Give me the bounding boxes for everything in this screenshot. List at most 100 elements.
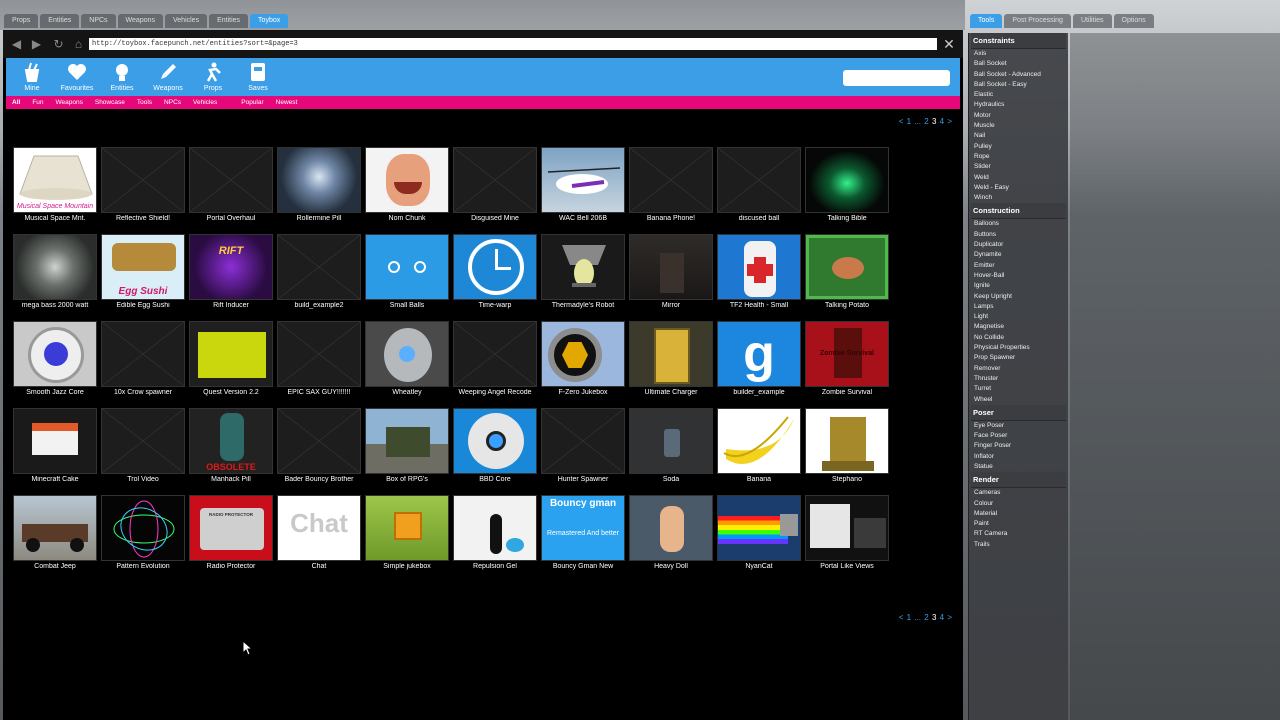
pager-page-4[interactable]: 4 <box>940 613 944 622</box>
pager-page-1[interactable]: 1 <box>907 117 911 126</box>
entity-thumbnail[interactable] <box>541 234 625 300</box>
entity-thumbnail[interactable] <box>629 321 713 387</box>
tool-item[interactable]: No Collide <box>971 333 1066 343</box>
tool-item[interactable]: Emitter <box>971 261 1066 271</box>
entity-thumbnail[interactable] <box>101 408 185 474</box>
tool-category-header[interactable]: Construction <box>971 203 1066 220</box>
tool-item[interactable]: RT Camera <box>971 529 1066 539</box>
entity-tile[interactable]: Banana <box>717 408 801 485</box>
tool-item[interactable]: Turret <box>971 384 1066 394</box>
tool-item[interactable]: Face Poser <box>971 431 1066 441</box>
tool-item[interactable]: Nail <box>971 131 1066 141</box>
entity-name[interactable]: Thermadyle's Robot <box>541 302 625 309</box>
tool-item[interactable]: Buttons <box>971 230 1066 240</box>
entity-name[interactable]: Portal Overhaul <box>189 215 273 222</box>
refresh-icon[interactable]: ↻ <box>51 37 66 52</box>
tool-category-header[interactable]: Constraints <box>971 33 1066 49</box>
entity-thumbnail[interactable] <box>365 495 449 561</box>
entity-tile[interactable]: F-Zero Jukebox <box>541 321 625 398</box>
entity-thumbnail[interactable] <box>453 234 537 300</box>
entity-name[interactable]: Banana <box>717 476 801 483</box>
pager-prev[interactable]: < <box>899 613 904 622</box>
entity-thumbnail[interactable] <box>717 234 801 300</box>
entity-tile[interactable]: Combat Jeep <box>13 495 97 572</box>
entity-tile[interactable]: Banana Phone! <box>629 147 713 224</box>
entity-name[interactable]: Small Balls <box>365 302 449 309</box>
tool-item[interactable]: Balloons <box>971 219 1066 229</box>
tool-item[interactable]: Elastic <box>971 90 1066 100</box>
entity-name[interactable]: WAC Bell 206B <box>541 215 625 222</box>
toolbar-favourites[interactable]: Favourites <box>57 61 97 92</box>
tool-item[interactable]: Pulley <box>971 142 1066 152</box>
entity-tile[interactable]: Zombie Survival Zombie Survival <box>805 321 889 398</box>
tool-item[interactable]: Wheel <box>971 395 1066 405</box>
tab-post-processing[interactable]: Post Processing <box>1004 14 1071 28</box>
tab-entities-1[interactable]: Entities <box>40 14 80 28</box>
entity-thumbnail[interactable] <box>365 147 449 213</box>
back-arrow-icon[interactable]: ◀ <box>9 37 24 52</box>
entity-name[interactable]: Musical Space Mnt. <box>13 215 97 222</box>
tool-item[interactable]: Lamps <box>971 302 1066 312</box>
entity-thumbnail[interactable] <box>541 408 625 474</box>
tool-item[interactable]: Eye Poser <box>971 421 1066 431</box>
entity-tile[interactable]: g builder_example <box>717 321 801 398</box>
tool-item[interactable]: Rope <box>971 152 1066 162</box>
entity-name[interactable]: discused ball <box>717 215 801 222</box>
entity-tile[interactable]: EPIC SAX GUY!!!!!!! <box>277 321 361 398</box>
entity-thumbnail[interactable] <box>805 147 889 213</box>
entity-tile[interactable]: Disguised Mine <box>453 147 537 224</box>
entity-tile[interactable]: Reflective Shield! <box>101 147 185 224</box>
entity-thumbnail[interactable] <box>277 234 361 300</box>
entity-name[interactable]: TF2 Health - Small <box>717 302 801 309</box>
entity-name[interactable]: Smooth Jazz Core <box>13 389 97 396</box>
tool-item[interactable]: Finger Poser <box>971 441 1066 451</box>
pager-next[interactable]: > <box>947 117 952 126</box>
entity-tile[interactable]: RADIO PROTECTOR Radio Protector <box>189 495 273 572</box>
tool-item[interactable]: Weld <box>971 173 1066 183</box>
entity-thumbnail[interactable] <box>453 408 537 474</box>
toolbar-props[interactable]: Props <box>193 61 233 92</box>
entity-tile[interactable]: build_example2 <box>277 234 361 311</box>
tool-item[interactable]: Trails <box>971 540 1066 550</box>
category-popular[interactable]: Popular <box>235 96 269 109</box>
entity-name[interactable]: Wheatley <box>365 389 449 396</box>
entity-tile[interactable]: Musical Space Mountain Musical Space Mnt. <box>13 147 97 224</box>
entity-tile[interactable]: Minecraft Cake <box>13 408 97 485</box>
entity-name[interactable]: Time-warp <box>453 302 537 309</box>
entity-thumbnail[interactable]: Egg Sushi <box>101 234 185 300</box>
tool-item[interactable]: Prop Spawner <box>971 353 1066 363</box>
tool-item[interactable]: Duplicator <box>971 240 1066 250</box>
tool-item[interactable]: Ignite <box>971 281 1066 291</box>
category-newest[interactable]: Newest <box>270 96 304 109</box>
entity-name[interactable]: 10x Crow spawner <box>101 389 185 396</box>
entity-thumbnail[interactable] <box>101 495 185 561</box>
tool-item[interactable]: Slider <box>971 162 1066 172</box>
entity-thumbnail[interactable] <box>13 321 97 387</box>
toolbar-mine[interactable]: Mine <box>12 61 52 92</box>
entity-tile[interactable]: BBD Core <box>453 408 537 485</box>
entity-thumbnail[interactable] <box>805 495 889 561</box>
entity-tile[interactable]: Pattern Evolution <box>101 495 185 572</box>
tool-item[interactable]: Motor <box>971 111 1066 121</box>
tab-tools[interactable]: Tools <box>970 14 1003 28</box>
entity-thumbnail[interactable]: Zombie Survival <box>805 321 889 387</box>
entity-thumbnail[interactable] <box>629 495 713 561</box>
tool-item[interactable]: Colour <box>971 499 1066 509</box>
pager-page-4[interactable]: 4 <box>940 117 944 126</box>
entity-tile[interactable]: Stephano <box>805 408 889 485</box>
pager-next[interactable]: > <box>947 613 952 622</box>
entity-thumbnail[interactable] <box>629 234 713 300</box>
entity-tile[interactable]: NyanCat <box>717 495 801 572</box>
tool-item[interactable]: Inflator <box>971 452 1066 462</box>
toolbar-weapons[interactable]: Weapons <box>148 61 188 92</box>
category-npcs[interactable]: NPCs <box>158 96 187 109</box>
tab-npcs[interactable]: NPCs <box>81 14 116 28</box>
entity-name[interactable]: Pattern Evolution <box>101 563 185 570</box>
entity-tile[interactable]: Talking Bible <box>805 147 889 224</box>
tool-item[interactable]: Statue <box>971 462 1066 472</box>
entity-thumbnail[interactable] <box>277 147 361 213</box>
entity-thumbnail[interactable]: RADIO PROTECTOR <box>189 495 273 561</box>
tool-item[interactable]: Physical Properties <box>971 343 1066 353</box>
toolbar-entities[interactable]: Entities <box>102 61 142 92</box>
category-vehicles[interactable]: Vehicles <box>187 96 223 109</box>
